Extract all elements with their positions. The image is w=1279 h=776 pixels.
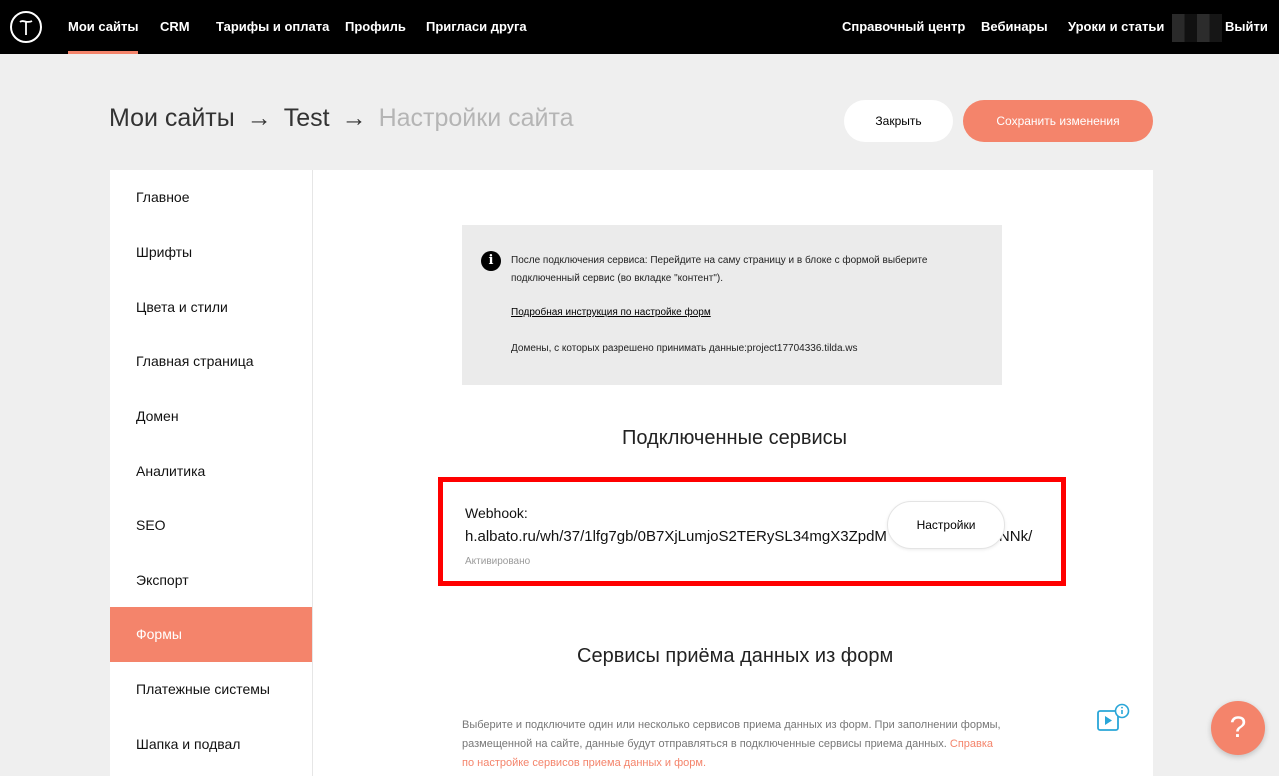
service-label: Webhook: bbox=[465, 505, 528, 521]
breadcrumb-site[interactable]: Test bbox=[284, 104, 330, 132]
info-text: После подключения сервиса: Перейдите на … bbox=[511, 255, 928, 284]
sidebar-item-export[interactable]: Экспорт bbox=[110, 553, 312, 608]
settings-sidebar: Главное Шрифты Цвета и стили Главная стр… bbox=[110, 170, 313, 776]
sidebar-item-colors[interactable]: Цвета и стили bbox=[110, 280, 312, 335]
sidebar-item-home-page[interactable]: Главная страница bbox=[110, 334, 312, 389]
form-receivers-title: Сервисы приёма данных из форм bbox=[577, 645, 894, 667]
sidebar-item-main[interactable]: Главное bbox=[110, 170, 312, 225]
sidebar-item-payments[interactable]: Платежные системы bbox=[110, 662, 312, 717]
forms-settings-panel: i После подключения сервиса: Перейдите н… bbox=[313, 170, 1153, 776]
save-changes-button[interactable]: Сохранить изменения bbox=[963, 100, 1153, 142]
forms-instruction-link[interactable]: Подробная инструкция по настройке форм bbox=[511, 307, 711, 318]
allowed-domains: Домены, с которых разрешено принимать да… bbox=[511, 343, 858, 354]
sidebar-item-forms[interactable]: Формы bbox=[110, 607, 312, 662]
sidebar-item-seo[interactable]: SEO bbox=[110, 498, 312, 553]
sidebar-item-fonts[interactable]: Шрифты bbox=[110, 225, 312, 280]
sidebar-item-header-footer[interactable]: Шапка и подвал bbox=[110, 717, 312, 772]
breadcrumb-arrow: → bbox=[246, 104, 272, 132]
nav-tariffs[interactable]: Тарифы и оплата bbox=[216, 19, 329, 34]
tilda-logo-glyph bbox=[19, 20, 33, 35]
breadcrumb-my-sites[interactable]: Мои сайты bbox=[109, 104, 235, 132]
sidebar-item-domain[interactable]: Домен bbox=[110, 389, 312, 444]
close-button[interactable]: Закрыть bbox=[844, 100, 953, 142]
top-navigation: Мои сайты CRM Тарифы и оплата Профиль Пр… bbox=[0, 0, 1279, 54]
receivers-description: Выберите и подключите один или несколько… bbox=[462, 716, 1007, 773]
service-url-text: h.albato.ru/wh/37/1lfg7gb/0B7XjLumjoS2TE… bbox=[465, 528, 887, 545]
nav-my-sites[interactable]: Мои сайты bbox=[68, 19, 139, 54]
nav-help-center[interactable]: Справочный центр bbox=[842, 19, 965, 34]
nav-webinars[interactable]: Вебинары bbox=[981, 19, 1048, 34]
avatar[interactable] bbox=[1172, 14, 1222, 42]
video-tutorial-icon[interactable] bbox=[1096, 703, 1130, 733]
breadcrumb-arrow: → bbox=[341, 104, 367, 132]
service-settings-button[interactable]: Настройки bbox=[887, 501, 1005, 549]
info-icon: i bbox=[481, 251, 501, 271]
nav-invite-friend[interactable]: Пригласи друга bbox=[426, 19, 527, 34]
sidebar-item-analytics[interactable]: Аналитика bbox=[110, 444, 312, 499]
breadcrumb-current: Настройки сайта bbox=[378, 104, 574, 132]
info-box: i После подключения сервиса: Перейдите н… bbox=[462, 225, 1002, 385]
nav-lessons[interactable]: Уроки и статьи bbox=[1068, 19, 1164, 34]
connected-services-title: Подключенные сервисы bbox=[622, 427, 848, 449]
receivers-description-text: Выберите и подключите один или несколько… bbox=[462, 719, 1001, 750]
tilda-logo-icon[interactable] bbox=[10, 11, 42, 43]
webhook-service-card: Webhook: h.albato.ru/wh/37/1lfg7gb/0B7Xj… bbox=[438, 477, 1066, 586]
service-status: Активировано bbox=[465, 556, 531, 567]
help-button[interactable]: ? bbox=[1211, 701, 1265, 755]
nav-profile[interactable]: Профиль bbox=[345, 19, 406, 34]
breadcrumb: Мои сайты → Test → Настройки сайта bbox=[109, 104, 574, 133]
nav-crm[interactable]: CRM bbox=[160, 19, 190, 34]
nav-logout[interactable]: Выйти bbox=[1225, 19, 1268, 34]
